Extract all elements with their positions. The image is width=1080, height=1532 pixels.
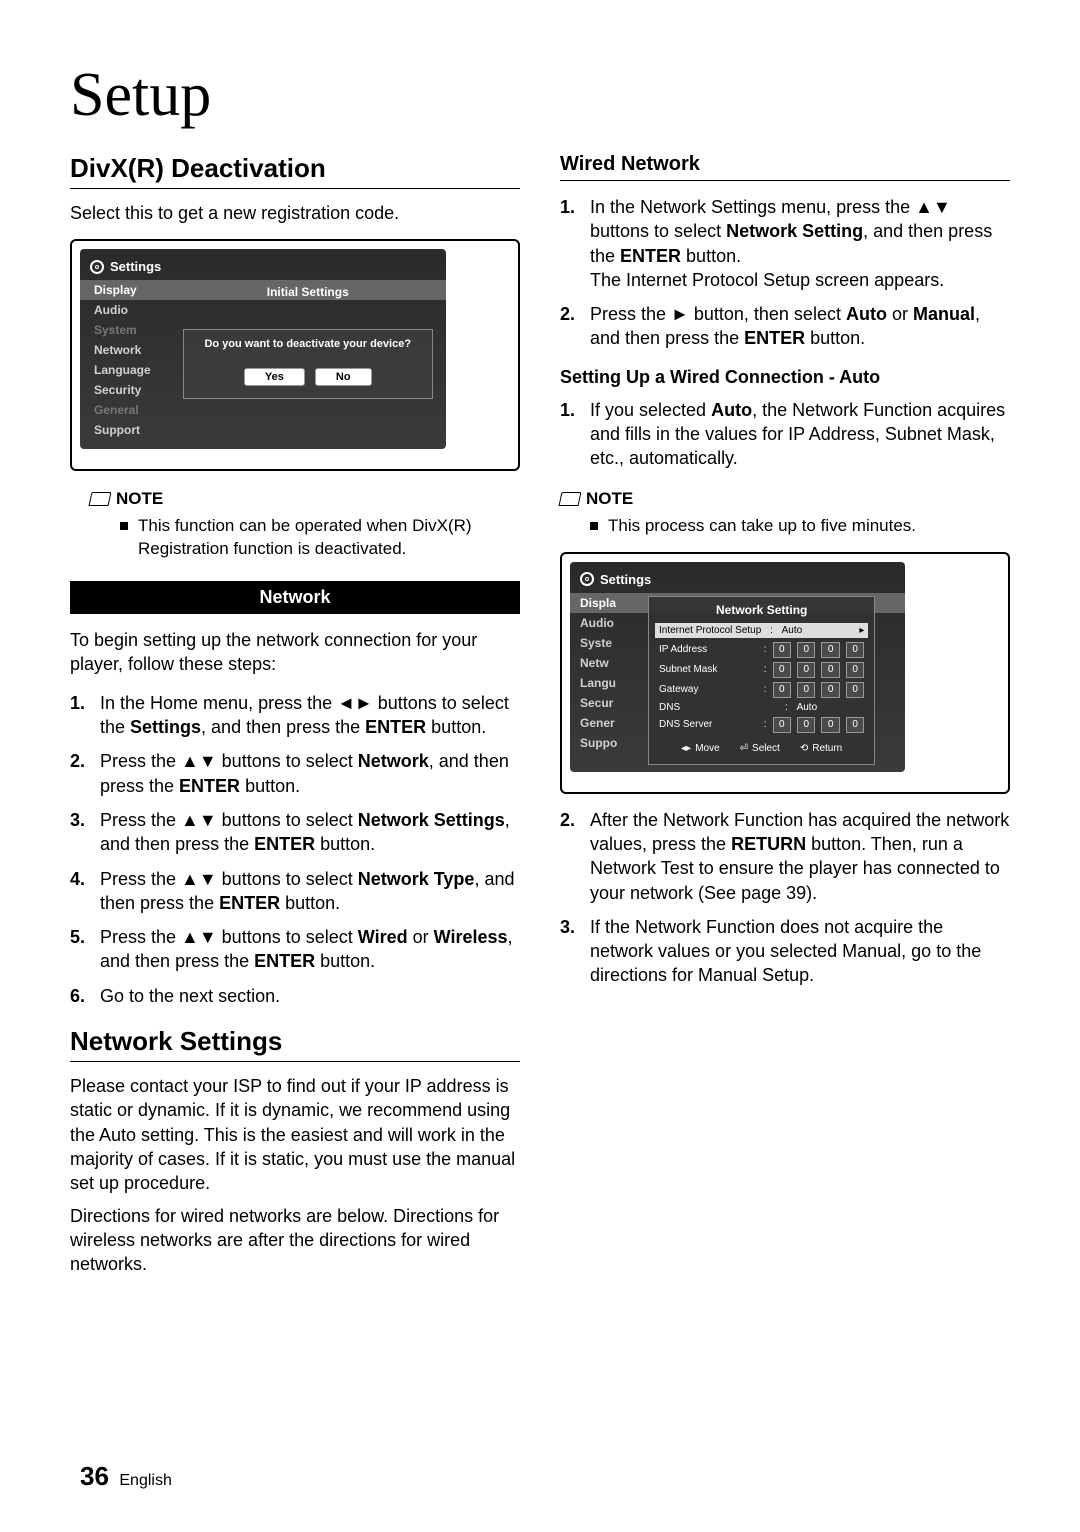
tv1-menu-general: General — [80, 400, 446, 420]
wired-steps-a: 1.In the Network Settings menu, press th… — [560, 195, 1010, 351]
network-step-1: In the Home menu, press the ◄► buttons t… — [100, 691, 520, 740]
page-title: Setup — [70, 60, 1010, 131]
note-label-2: NOTE — [560, 489, 1010, 509]
gear-icon — [90, 260, 104, 274]
tv1-yes-button[interactable]: Yes — [244, 368, 305, 386]
note-icon — [559, 492, 582, 506]
tv1-dialog-title: Initial Settings — [267, 285, 349, 299]
heading-network-settings: Network Settings — [70, 1026, 520, 1057]
note-2: This process can take up to five minutes… — [590, 515, 1010, 538]
dns-row: DNS: Auto — [659, 702, 864, 713]
net-row-gateway: Gateway:0000 — [659, 682, 864, 698]
network-steps-list: 1.In the Home menu, press the ◄► buttons… — [70, 691, 520, 1008]
section-bar-network: Network — [70, 581, 520, 614]
note-1: This function can be operated when DivX(… — [120, 515, 520, 561]
gear-icon — [580, 572, 594, 586]
network-step-6: Go to the next section. — [100, 984, 520, 1008]
auto-step-1: If you selected Auto, the Network Functi… — [590, 398, 1010, 471]
screenshot-network-setting: Settings Displa Audio Syste Netw Langu S… — [560, 552, 1010, 794]
heading-auto: Setting Up a Wired Connection - Auto — [560, 367, 1010, 388]
tv1-no-button[interactable]: No — [315, 368, 372, 386]
network-intro: To begin setting up the network connecti… — [70, 628, 520, 677]
network-step-4: Press the ▲▼ buttons to select Network T… — [100, 867, 520, 916]
network-settings-p2: Directions for wired networks are below.… — [70, 1204, 520, 1277]
tv2-title: Settings — [600, 572, 651, 587]
screenshot-divx-dialog: Settings Display Audio System Network La… — [70, 239, 520, 471]
move-hint: ◂▸ Move — [681, 743, 720, 754]
page-language: English — [119, 1472, 171, 1489]
post-steps-list: 2.After the Network Function has acquire… — [560, 808, 1010, 988]
dns-server-row: DNS Server:0000 — [659, 717, 864, 733]
tv1-title: Settings — [110, 259, 161, 274]
network-settings-p1: Please contact your ISP to find out if y… — [70, 1074, 520, 1195]
post-step-3: If the Network Function does not acquire… — [590, 915, 1010, 988]
page-footer: 36 English — [80, 1461, 172, 1492]
net-row-subnet-mask: Subnet Mask:0000 — [659, 662, 864, 678]
network-step-3: Press the ▲▼ buttons to select Network S… — [100, 808, 520, 857]
right-column: Wired Network 1.In the Network Settings … — [560, 153, 1010, 1276]
page-number: 36 — [80, 1461, 109, 1491]
left-column: DivX(R) Deactivation Select this to get … — [70, 153, 520, 1276]
wired-step-2: Press the ► button, then select Auto or … — [590, 302, 1010, 351]
wired-step-1: In the Network Settings menu, press the … — [590, 195, 1010, 292]
tv2-bottom-bar: ◂▸ Move ⏎ Select ⟲ Return — [659, 743, 864, 754]
select-hint: ⏎ Select — [740, 743, 780, 754]
return-hint: ⟲ Return — [800, 743, 842, 754]
divx-intro-text: Select this to get a new registration co… — [70, 201, 520, 225]
net-row-ip-address: IP Address:0000 — [659, 642, 864, 658]
ip-setup-row[interactable]: Internet Protocol Setup : Auto▸ — [655, 623, 868, 638]
heading-divx-deactivation: DivX(R) Deactivation — [70, 153, 520, 184]
heading-wired-network: Wired Network — [560, 153, 1010, 176]
tv1-dialog-text: Do you want to deactivate your device? — [204, 338, 411, 350]
network-setting-panel: Network Setting Internet Protocol Setup … — [648, 596, 875, 765]
tv1-menu-support: Support — [80, 420, 446, 440]
post-step-2: After the Network Function has acquired … — [590, 808, 1010, 905]
network-step-2: Press the ▲▼ buttons to select Network, … — [100, 749, 520, 798]
note-icon — [89, 492, 112, 506]
network-setting-title: Network Setting — [659, 603, 864, 617]
auto-step1-list: 1.If you selected Auto, the Network Func… — [560, 398, 1010, 471]
network-step-5: Press the ▲▼ buttons to select Wired or … — [100, 925, 520, 974]
note-label-1: NOTE — [90, 489, 520, 509]
tv1-dialog: Do you want to deactivate your device? Y… — [183, 329, 433, 399]
